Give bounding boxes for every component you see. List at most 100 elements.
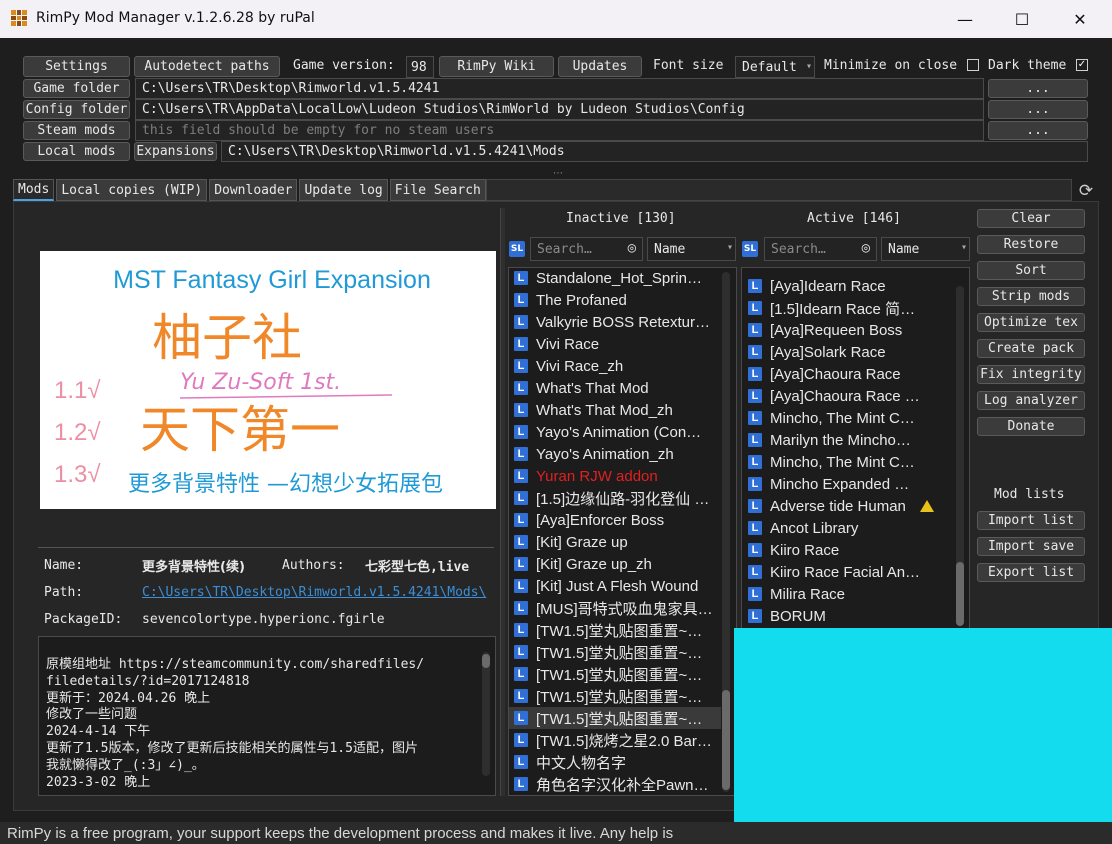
list-item[interactable]: L [Kit] Graze up_zh xyxy=(509,553,721,575)
list-item[interactable]: L Valkyrie BOSS Retextur… xyxy=(509,311,721,333)
game-folder-input[interactable]: C:\Users\TR\Desktop\Rimworld.v1.5.4241 xyxy=(135,78,984,99)
list-item[interactable]: L [TW1.5]烧烤之星2.0 Bar… xyxy=(509,729,721,751)
window-title: RimPy Mod Manager v.1.2.6.28 by ruPal xyxy=(36,10,315,26)
list-item[interactable]: L [MUS]哥特式吸血鬼家具… xyxy=(509,597,721,619)
list-item[interactable]: L [TW1.5]堂丸贴图重置~… xyxy=(509,641,721,663)
tab-mods[interactable]: Mods xyxy=(13,179,55,201)
game-folder-browse-button[interactable]: ... xyxy=(988,79,1088,98)
fix-integrity-button[interactable]: Fix integrity xyxy=(977,365,1085,384)
list-item[interactable]: L [TW1.5]堂丸贴图重置~… xyxy=(509,619,721,641)
list-item[interactable]: L What's That Mod xyxy=(509,377,721,399)
inactive-sort-select[interactable]: Name ▾ xyxy=(647,237,736,261)
list-item[interactable]: L [Aya]Enforcer Boss xyxy=(509,509,721,531)
list-item[interactable]: L [TW1.5]堂丸贴图重置~… xyxy=(509,663,721,685)
local-mods-button[interactable]: Local mods xyxy=(23,142,130,161)
list-item[interactable]: L 中文人物名字 xyxy=(509,751,721,773)
rimpy-wiki-button[interactable]: RimPy Wiki xyxy=(439,56,554,77)
minimize-button[interactable]: — xyxy=(936,0,994,38)
export-list-button[interactable]: Export list xyxy=(977,563,1085,582)
list-item[interactable]: L [TW1.5]堂丸贴图重置~… xyxy=(509,685,721,707)
config-folder-button[interactable]: Config folder xyxy=(23,100,130,119)
list-item[interactable]: L Yuran RJW addon xyxy=(509,465,721,487)
list-item[interactable]: L [Aya]Idearn Race xyxy=(742,275,954,297)
list-item[interactable]: L [Aya]Solark Race xyxy=(742,341,954,363)
active-scrollbar[interactable] xyxy=(956,286,964,626)
donate-button[interactable]: Donate xyxy=(977,417,1085,436)
list-item[interactable]: L Marilyn the Mincho… xyxy=(742,429,954,451)
strip-mods-button[interactable]: Strip mods xyxy=(977,287,1085,306)
refresh-icon[interactable]: ⟳ xyxy=(1076,181,1096,201)
path-link[interactable]: C:\Users\TR\Desktop\Rimworld.v1.5.4241\M… xyxy=(142,585,490,600)
list-item[interactable]: L [TW1.5]堂丸贴图重置~… xyxy=(509,707,721,729)
steam-local-filter-icon[interactable]: SL xyxy=(742,241,758,257)
list-item[interactable]: L [1.5]边缘仙路-羽化登仙 … xyxy=(509,487,721,509)
list-item[interactable]: L The Profaned xyxy=(509,289,721,311)
list-item[interactable]: L [Aya]Chaoura Race … xyxy=(742,385,954,407)
import-save-button[interactable]: Import save xyxy=(977,537,1085,556)
minimize-on-close-checkbox[interactable] xyxy=(967,59,979,71)
list-item[interactable]: L Kiiro Race Facial An… xyxy=(742,561,954,583)
steam-mods-button[interactable]: Steam mods xyxy=(23,121,130,140)
steam-mods-input[interactable]: this field should be empty for no steam … xyxy=(135,120,984,141)
inactive-search-input[interactable]: Search… ◎ xyxy=(530,237,643,261)
eye-icon[interactable]: ◎ xyxy=(862,240,870,256)
list-item[interactable]: L [Kit] Graze up xyxy=(509,531,721,553)
dark-theme-checkbox[interactable]: ✓ xyxy=(1076,59,1088,71)
optimize-tex-button[interactable]: Optimize tex xyxy=(977,313,1085,332)
game-folder-button[interactable]: Game folder xyxy=(23,79,130,98)
updates-button[interactable]: Updates xyxy=(558,56,642,77)
list-item[interactable]: L Adverse tide Human xyxy=(742,495,954,517)
list-item[interactable]: L Yayo's Animation_zh xyxy=(509,443,721,465)
local-mods-input[interactable]: C:\Users\TR\Desktop\Rimworld.v1.5.4241\M… xyxy=(221,141,1088,162)
list-item[interactable]: L What's That Mod_zh xyxy=(509,399,721,421)
sort-button[interactable]: Sort xyxy=(977,261,1085,280)
list-item[interactable]: L Ancot Library xyxy=(742,517,954,539)
vertical-splitter[interactable] xyxy=(500,208,505,796)
list-item[interactable]: L [Kit] Just A Flesh Wound xyxy=(509,575,721,597)
list-item[interactable]: L Kiiro Race xyxy=(742,539,954,561)
clear-button[interactable]: Clear xyxy=(977,209,1085,228)
settings-button[interactable]: Settings xyxy=(23,56,130,77)
list-item[interactable]: L Mincho, The Mint C… xyxy=(742,451,954,473)
list-item[interactable]: L Vivi Race xyxy=(509,333,721,355)
list-item[interactable]: L Yayo's Animation (Con… xyxy=(509,421,721,443)
list-item[interactable]: L Vivi Race_zh xyxy=(509,355,721,377)
list-item[interactable]: L Mincho, The Mint C… xyxy=(742,407,954,429)
config-folder-input[interactable]: C:\Users\TR\AppData\LocalLow\Ludeon Stud… xyxy=(135,99,984,120)
eye-icon[interactable]: ◎ xyxy=(628,240,636,256)
description-box[interactable]: 原模组地址 https://steamcommunity.com/sharedf… xyxy=(38,636,496,796)
log-analyzer-button[interactable]: Log analyzer xyxy=(977,391,1085,410)
game-version-input[interactable]: 98 xyxy=(406,56,434,78)
steam-local-filter-icon[interactable]: SL xyxy=(509,241,525,257)
steam-mods-browse-button[interactable]: ... xyxy=(988,121,1088,140)
list-item[interactable]: L [1.5]Idearn Race 简… xyxy=(742,297,954,319)
list-item[interactable]: L BORUM xyxy=(742,605,954,627)
config-folder-browse-button[interactable]: ... xyxy=(988,100,1088,119)
list-item[interactable]: L 角色名字汉化补全Pawn… xyxy=(509,773,721,795)
maximize-button[interactable]: ☐ xyxy=(993,0,1051,38)
font-size-select[interactable]: Default ▾ xyxy=(735,56,815,78)
create-pack-button[interactable]: Create pack xyxy=(977,339,1085,358)
autodetect-paths-button[interactable]: Autodetect paths xyxy=(134,56,280,77)
tab-update-log[interactable]: Update log xyxy=(299,179,388,201)
tab-local-copies[interactable]: Local copies (WIP) xyxy=(56,179,208,201)
local-mod-icon: L xyxy=(514,403,528,417)
active-search-input[interactable]: Search… ◎ xyxy=(764,237,877,261)
expansions-button[interactable]: Expansions xyxy=(134,142,217,161)
splitter-handle[interactable]: ⋯ xyxy=(553,168,563,179)
tab-downloader[interactable]: Downloader xyxy=(209,179,298,201)
list-item[interactable]: L [Aya]Chaoura Race xyxy=(742,363,954,385)
description-scrollbar[interactable] xyxy=(482,652,490,776)
list-item[interactable]: L Standalone_Hot_Sprin… xyxy=(509,268,721,289)
mod-name: Vivi Race_zh xyxy=(536,357,624,375)
import-list-button[interactable]: Import list xyxy=(977,511,1085,530)
mod-name: The Profaned xyxy=(536,291,627,309)
restore-button[interactable]: Restore xyxy=(977,235,1085,254)
active-sort-select[interactable]: Name ▾ xyxy=(881,237,970,261)
list-item[interactable]: L [Aya]Requeen Boss xyxy=(742,319,954,341)
list-item[interactable]: L Milira Race xyxy=(742,583,954,605)
tab-file-search[interactable]: File Search xyxy=(389,179,486,201)
inactive-scrollbar[interactable] xyxy=(722,272,730,792)
list-item[interactable]: L Mincho Expanded … xyxy=(742,473,954,495)
close-button[interactable]: ✕ xyxy=(1051,0,1109,38)
